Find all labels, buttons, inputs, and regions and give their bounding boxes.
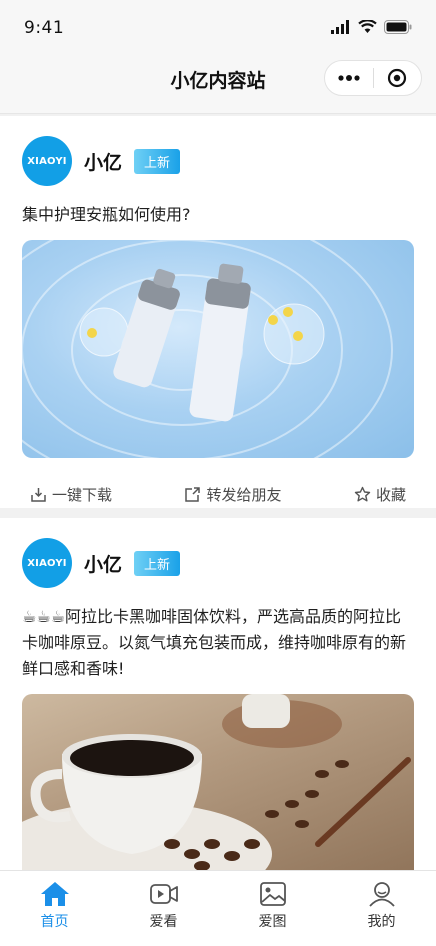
download-icon (31, 487, 46, 502)
tab-profile-label: 我的 (367, 914, 396, 930)
download-label: 一键下载 (52, 485, 113, 504)
tab-watch-label: 爱看 (149, 914, 178, 930)
post-text: 集中护理安瓶如何使用? (22, 205, 191, 224)
wifi-icon (358, 20, 377, 33)
download-button[interactable]: 一键下载 (30, 484, 112, 505)
signal-icon (331, 20, 349, 34)
video-icon (149, 884, 178, 904)
target-circle-icon (388, 68, 407, 88)
coffee-illustration (22, 694, 411, 870)
user-icon (368, 882, 395, 907)
post-text: ☕☕☕阿拉比卡黑咖啡固体饮料，严选高品质的阿拉比卡咖啡原豆。以氮气填充包装而成，… (22, 607, 407, 678)
status-badge: 上新 (134, 148, 181, 174)
tab-bar: 首页 爱看 爱图 我的 (0, 870, 436, 946)
tab-watch[interactable]: 爱看 (109, 871, 218, 946)
mini-program-capsule (324, 60, 422, 96)
more-dots-icon (338, 75, 360, 81)
status-icons (331, 20, 412, 34)
author-name: 小亿 (84, 553, 123, 576)
favorite-label: 收藏 (375, 485, 406, 504)
avatar[interactable]: XIAOYI (22, 538, 72, 588)
tab-home-label: 首页 (40, 914, 69, 930)
image-icon (259, 882, 286, 906)
tab-profile[interactable]: 我的 (327, 871, 436, 946)
share-icon (185, 486, 201, 502)
share-label: 转发给朋友 (206, 485, 282, 504)
content-feed[interactable]: XIAOYI 小亿 上新 集中护理安瓶如何使用? 一键下载 转发给朋友 收藏 X… (0, 116, 436, 870)
tab-images-label: 爱图 (258, 914, 287, 930)
more-button[interactable] (325, 61, 373, 95)
coffee-cup-photo[interactable] (22, 694, 414, 870)
tab-home[interactable]: 首页 (0, 871, 109, 946)
serum-bottles-photo[interactable] (22, 240, 414, 458)
post-header: XIAOYI 小亿 上新 (22, 518, 414, 608)
share-button[interactable]: 转发给朋友 (184, 484, 282, 505)
author-name: 小亿 (84, 151, 123, 174)
home-icon (40, 882, 69, 906)
status-time: 9:41 (24, 18, 65, 38)
close-button[interactable] (374, 61, 422, 95)
battery-icon (384, 20, 412, 34)
serum-bottles-illustration (22, 240, 393, 458)
avatar[interactable]: XIAOYI (22, 136, 72, 186)
status-bar: 9:41 (0, 0, 436, 56)
post-card[interactable]: XIAOYI 小亿 上新 集中护理安瓶如何使用? 一键下载 转发给朋友 收藏 (0, 116, 436, 508)
favorite-button[interactable]: 收藏 (354, 484, 406, 505)
tab-images[interactable]: 爱图 (218, 871, 327, 946)
post-header: XIAOYI 小亿 上新 (22, 116, 414, 206)
post-card[interactable]: XIAOYI 小亿 上新 ☕☕☕阿拉比卡黑咖啡固体饮料，严选高品质的阿拉比卡咖啡… (0, 518, 436, 870)
star-icon (354, 486, 371, 501)
status-badge: 上新 (134, 550, 181, 576)
nav-bar: 小亿内容站 (0, 56, 436, 114)
